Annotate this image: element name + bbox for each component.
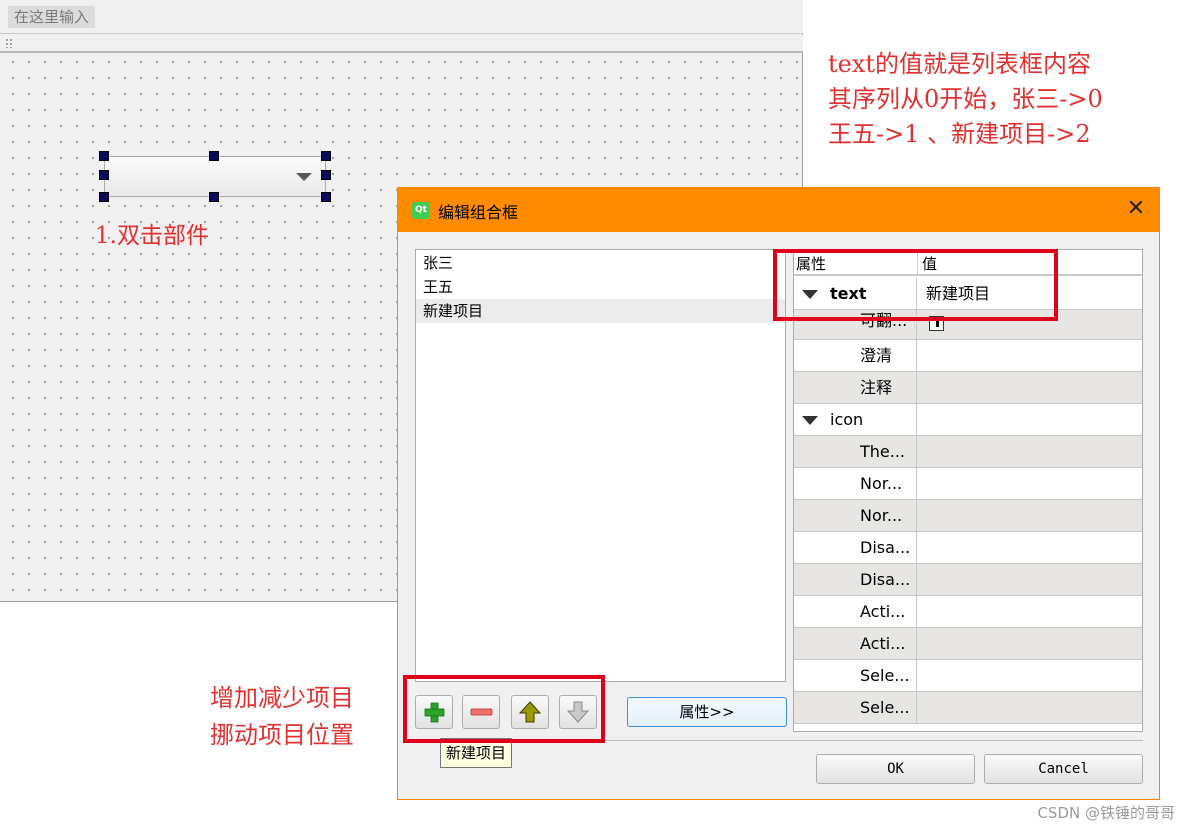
property-row[interactable]: Nor...	[794, 500, 1142, 532]
toolbar-area	[0, 35, 803, 53]
property-value[interactable]	[918, 692, 926, 723]
cancel-button[interactable]: Cancel	[984, 754, 1143, 784]
property-name: Nor...	[794, 500, 917, 531]
property-row[interactable]: Sele...	[794, 660, 1142, 692]
property-row[interactable]: Nor...	[794, 468, 1142, 500]
selection-handle[interactable]	[209, 151, 219, 161]
highlight-box-tool-buttons	[403, 675, 605, 743]
property-name: The...	[794, 436, 917, 467]
property-name: Disa...	[794, 532, 917, 563]
selection-handle[interactable]	[321, 192, 331, 202]
property-value[interactable]	[918, 468, 926, 499]
property-value[interactable]	[918, 564, 926, 595]
property-name: Sele...	[794, 660, 917, 691]
property-value[interactable]	[918, 340, 926, 371]
combobox-widget[interactable]	[104, 156, 326, 197]
property-row[interactable]: The...	[794, 436, 1142, 468]
selection-handle[interactable]	[209, 192, 219, 202]
dialog-title: 编辑组合框	[438, 203, 519, 222]
qt-logo-icon: Qt	[412, 202, 430, 219]
selection-handle[interactable]	[99, 192, 109, 202]
list-item-selected[interactable]: 新建项目	[416, 299, 785, 323]
dialog-titlebar[interactable]: Qt 编辑组合框 ✕	[398, 188, 1159, 232]
property-name: Sele...	[794, 692, 917, 723]
property-name: Acti...	[794, 596, 917, 627]
property-row[interactable]: 澄清	[794, 340, 1142, 372]
property-editor[interactable]: 属性 值 text 新建项目 可翻... 澄清 注释 icon The... N…	[793, 249, 1143, 732]
expand-triangle-icon[interactable]	[802, 416, 818, 425]
annotation-line: text的值就是列表框内容	[828, 50, 1092, 78]
annotation-line: 其序列从0开始，张三->0	[828, 85, 1103, 113]
selection-handle[interactable]	[99, 151, 109, 161]
ok-button[interactable]: OK	[816, 754, 975, 784]
chevron-down-icon	[296, 173, 312, 181]
property-name: icon	[830, 410, 864, 429]
property-value[interactable]	[918, 596, 926, 627]
grip-handle-icon[interactable]	[5, 38, 13, 48]
property-name: Nor...	[794, 468, 917, 499]
property-row-icon[interactable]: icon	[794, 404, 1142, 436]
menu-bar: 在这里输入	[0, 0, 803, 34]
annotation-text-value: text的值就是列表框内容 其序列从0开始，张三->0 王五->1 、新建项目-…	[828, 47, 1103, 152]
property-name: Acti...	[794, 628, 917, 659]
property-value[interactable]	[918, 500, 926, 531]
property-value[interactable]	[918, 436, 926, 467]
close-icon[interactable]: ✕	[1126, 198, 1146, 220]
annotation-line: 增加减少项目	[210, 684, 354, 712]
list-item[interactable]: 王五	[416, 275, 785, 299]
property-name: 注释	[794, 372, 917, 403]
list-item[interactable]: 张三	[416, 251, 785, 275]
annotation-line: 王五->1 、新建项目->2	[828, 120, 1091, 148]
property-row[interactable]: Acti...	[794, 596, 1142, 628]
selection-handle[interactable]	[321, 170, 331, 180]
selection-handle[interactable]	[321, 151, 331, 161]
annotation-add-remove: 增加减少项目 挪动项目位置	[210, 680, 354, 754]
property-value[interactable]	[918, 404, 926, 435]
selection-handle[interactable]	[99, 170, 109, 180]
property-value[interactable]	[918, 372, 926, 403]
annotation-double-click: 1.双击部件	[95, 223, 209, 249]
property-value[interactable]	[918, 628, 926, 659]
highlight-box-text-property	[773, 249, 1058, 321]
watermark: CSDN @铁锤的哥哥	[1037, 804, 1175, 822]
property-row[interactable]: Disa...	[794, 564, 1142, 596]
property-row[interactable]: Disa...	[794, 532, 1142, 564]
property-name: Disa...	[794, 564, 917, 595]
properties-toggle-button[interactable]: 属性>>	[627, 697, 787, 727]
menu-type-here-placeholder[interactable]: 在这里输入	[8, 6, 96, 28]
item-list[interactable]: 张三 王五 新建项目	[415, 249, 786, 682]
property-row[interactable]: Sele...	[794, 692, 1142, 724]
property-value[interactable]	[918, 660, 926, 691]
property-name: 澄清	[794, 340, 917, 371]
annotation-line: 挪动项目位置	[210, 721, 354, 749]
property-row[interactable]: 注释	[794, 372, 1142, 404]
property-row[interactable]: Acti...	[794, 628, 1142, 660]
property-value[interactable]	[918, 532, 926, 563]
